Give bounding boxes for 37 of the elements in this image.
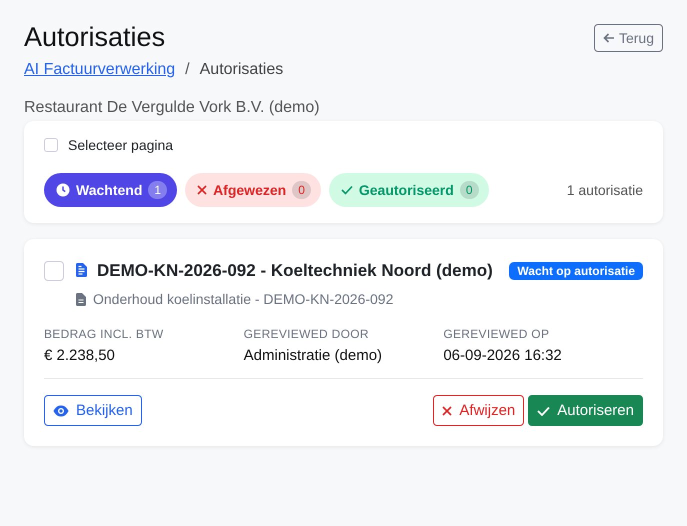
count-badge: 1 <box>148 181 168 199</box>
invoice-description: Onderhoud koelinstallatie - DEMO-KN-2026-092 <box>93 291 394 307</box>
view-button[interactable]: Bekijken <box>44 395 142 426</box>
field-value: Administratie (demo) <box>244 347 384 364</box>
count-badge: 0 <box>460 181 478 199</box>
arrow-left-icon <box>602 32 615 44</box>
field-value: 06-09-2026 16:32 <box>443 347 563 364</box>
approve-button[interactable]: Autoriseren <box>528 395 643 426</box>
reject-button[interactable]: Afwijzen <box>433 395 524 426</box>
invoice-title: DEMO-KN-2026-092 - Koeltechniek Noord (demo) <box>76 259 498 283</box>
result-count: 1 autorisatie <box>566 182 643 198</box>
field-value: € 2.238,50 <box>44 347 116 364</box>
checkbox[interactable] <box>44 261 64 281</box>
check-icon <box>340 185 353 195</box>
back-button[interactable]: Terug <box>594 24 663 52</box>
count-badge: 0 <box>292 181 311 199</box>
checkbox[interactable] <box>44 138 58 152</box>
breadcrumb-current: Autorisaties <box>200 61 284 79</box>
field-label: BEDRAG INCL. BTW <box>44 327 164 341</box>
status-badge: Wacht op autorisatie <box>509 262 643 280</box>
page-title: Autorisaties <box>24 22 166 53</box>
breadcrumb-link[interactable]: AI Factuurverwerking <box>24 61 176 79</box>
field-label: GEREVIEWED OP <box>443 327 550 341</box>
clock-icon <box>56 183 70 197</box>
field-label: GEREVIEWED DOOR <box>244 327 370 341</box>
check-icon <box>537 406 550 416</box>
x-icon <box>197 185 208 195</box>
company-name: Restaurant De Vergulde Vork B.V. (demo) <box>24 99 321 117</box>
checkbox-label: Selecteer pagina <box>68 137 174 153</box>
document-icon <box>76 292 86 306</box>
document-icon <box>76 263 87 277</box>
x-icon <box>442 406 452 416</box>
filter-tab[interactable]: Afgewezen 0 <box>185 173 321 207</box>
filter-tab[interactable]: Geautoriseerd 0 <box>328 173 488 207</box>
eye-icon <box>53 404 69 416</box>
breadcrumb-separator: / <box>185 61 190 79</box>
filter-tab[interactable]: Wachtend 1 <box>44 173 178 207</box>
